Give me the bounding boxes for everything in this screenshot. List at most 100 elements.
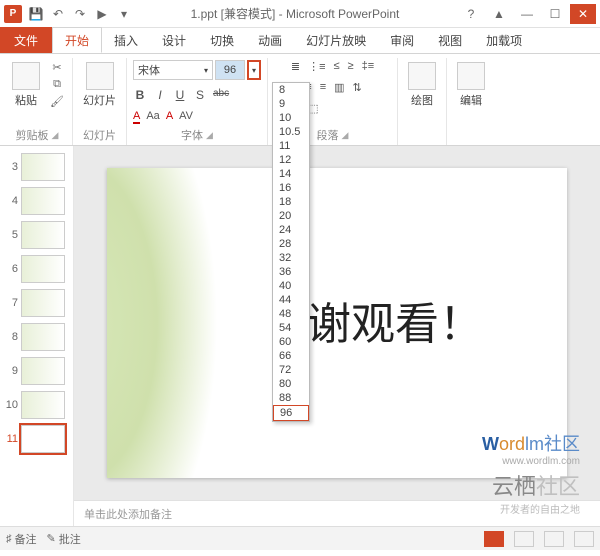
dialog-launcher-icon[interactable]: ◢ bbox=[342, 130, 349, 141]
ribbon-toggle-button[interactable]: ▲ bbox=[486, 4, 512, 24]
font-size-option[interactable]: 14 bbox=[273, 167, 309, 181]
font-size-option[interactable]: 72 bbox=[273, 363, 309, 377]
undo-icon[interactable]: ↶ bbox=[50, 6, 66, 22]
font-size-option[interactable]: 28 bbox=[273, 237, 309, 251]
increase-indent-button[interactable]: ≥ bbox=[348, 60, 354, 73]
new-slide-label: 幻灯片 bbox=[83, 92, 116, 108]
clear-format-button[interactable]: A bbox=[166, 110, 173, 124]
font-size-option[interactable]: 16 bbox=[273, 181, 309, 195]
save-icon[interactable]: 💾 bbox=[28, 6, 44, 22]
font-size-option[interactable]: 88 bbox=[273, 391, 309, 405]
font-size-option[interactable]: 80 bbox=[273, 377, 309, 391]
line-spacing-button[interactable]: ‡≡ bbox=[362, 60, 375, 73]
shadow-button[interactable]: S bbox=[193, 88, 207, 102]
font-size-option[interactable]: 32 bbox=[273, 251, 309, 265]
font-size-option[interactable]: 20 bbox=[273, 209, 309, 223]
text-direction-button[interactable]: ⇅ bbox=[353, 81, 362, 94]
font-size-option[interactable]: 48 bbox=[273, 307, 309, 321]
normal-view-button[interactable] bbox=[484, 531, 504, 547]
drawing-button[interactable]: 绘图 bbox=[404, 60, 440, 110]
new-slide-button[interactable]: 幻灯片 bbox=[79, 60, 120, 110]
font-group-label: 字体 bbox=[181, 127, 203, 143]
slideshow-icon[interactable]: ▶ bbox=[94, 6, 110, 22]
format-painter-icon[interactable]: 🖌 bbox=[48, 94, 66, 108]
decrease-indent-button[interactable]: ≤ bbox=[334, 60, 340, 73]
thumbnail-preview bbox=[21, 323, 65, 351]
align-right-button[interactable]: ≡ bbox=[320, 81, 326, 94]
notes-toggle[interactable]: ♯ 备注 bbox=[6, 531, 37, 547]
maximize-button[interactable]: ☐ bbox=[542, 4, 568, 24]
font-name-combo[interactable]: 宋体▾ bbox=[133, 60, 213, 80]
font-size-option[interactable]: 12 bbox=[273, 153, 309, 167]
font-name-value: 宋体 bbox=[138, 62, 160, 78]
bold-button[interactable]: B bbox=[133, 88, 147, 102]
underline-button[interactable]: U bbox=[173, 88, 187, 102]
font-size-option[interactable]: 60 bbox=[273, 335, 309, 349]
tab-animations[interactable]: 动画 bbox=[246, 27, 294, 53]
slide-thumbnail[interactable]: 11 bbox=[0, 422, 73, 456]
numbering-button[interactable]: ⋮≡ bbox=[308, 60, 325, 73]
shapes-icon bbox=[408, 62, 436, 90]
tab-review[interactable]: 审阅 bbox=[378, 27, 426, 53]
columns-button[interactable]: ▥ bbox=[334, 81, 344, 94]
slide-thumbnail[interactable]: 8 bbox=[0, 320, 73, 354]
font-size-dropdown-button[interactable]: ▾ bbox=[247, 60, 261, 80]
redo-icon[interactable]: ↷ bbox=[72, 6, 88, 22]
reading-view-button[interactable] bbox=[544, 531, 564, 547]
font-size-option[interactable]: 9 bbox=[273, 97, 309, 111]
tab-home[interactable]: 开始 bbox=[52, 27, 102, 53]
paste-button[interactable]: 粘贴 bbox=[8, 60, 44, 110]
font-size-input[interactable]: 96 bbox=[215, 60, 245, 80]
tab-transitions[interactable]: 切换 bbox=[198, 27, 246, 53]
dialog-launcher-icon[interactable]: ◢ bbox=[52, 130, 59, 141]
font-size-option[interactable]: 40 bbox=[273, 279, 309, 293]
strikethrough-button[interactable]: abc bbox=[213, 88, 227, 102]
font-size-option[interactable]: 96 bbox=[273, 405, 309, 421]
help-button[interactable]: ? bbox=[458, 4, 484, 24]
sorter-view-button[interactable] bbox=[514, 531, 534, 547]
slide-thumbnail[interactable]: 5 bbox=[0, 218, 73, 252]
dialog-launcher-icon[interactable]: ◢ bbox=[206, 130, 213, 141]
font-size-option[interactable]: 54 bbox=[273, 321, 309, 335]
tab-addins[interactable]: 加载项 bbox=[474, 27, 534, 53]
char-spacing-button[interactable]: AV bbox=[179, 110, 193, 124]
new-slide-icon bbox=[86, 62, 114, 90]
watermark-brand-ord: ord bbox=[499, 434, 525, 454]
close-button[interactable]: ✕ bbox=[570, 4, 596, 24]
italic-button[interactable]: I bbox=[153, 88, 167, 102]
cut-icon[interactable]: ✂ bbox=[48, 60, 66, 74]
font-size-option[interactable]: 18 bbox=[273, 195, 309, 209]
font-size-option[interactable]: 24 bbox=[273, 223, 309, 237]
editing-button[interactable]: 编辑 bbox=[453, 60, 489, 110]
font-size-option[interactable]: 66 bbox=[273, 349, 309, 363]
slide-thumbnail[interactable]: 10 bbox=[0, 388, 73, 422]
slide-thumbnail[interactable]: 6 bbox=[0, 252, 73, 286]
slideshow-view-button[interactable] bbox=[574, 531, 594, 547]
tab-slideshow[interactable]: 幻灯片放映 bbox=[294, 27, 378, 53]
slide-thumbnail[interactable]: 4 bbox=[0, 184, 73, 218]
window-title: 1.ppt [兼容模式] - Microsoft PowerPoint bbox=[132, 5, 458, 22]
tab-file[interactable]: 文件 bbox=[0, 27, 52, 53]
tab-design[interactable]: 设计 bbox=[150, 27, 198, 53]
slide-thumbnail[interactable]: 3 bbox=[0, 150, 73, 184]
tab-insert[interactable]: 插入 bbox=[102, 27, 150, 53]
font-size-option[interactable]: 8 bbox=[273, 83, 309, 97]
minimize-button[interactable]: — bbox=[514, 4, 540, 24]
font-size-dropdown[interactable]: 891010.511121416182024283236404448546066… bbox=[272, 82, 310, 422]
font-size-option[interactable]: 10.5 bbox=[273, 125, 309, 139]
slide-thumbnail[interactable]: 7 bbox=[0, 286, 73, 320]
font-color-button[interactable]: A bbox=[133, 110, 140, 124]
bullets-button[interactable]: ≣ bbox=[291, 60, 300, 73]
font-size-option[interactable]: 11 bbox=[273, 139, 309, 153]
change-case-button[interactable]: Aa bbox=[146, 110, 159, 124]
qat-more-icon[interactable]: ▾ bbox=[116, 6, 132, 22]
comments-toggle[interactable]: ✎ 批注 bbox=[47, 531, 81, 547]
thumbnail-panel[interactable]: 34567891011 bbox=[0, 146, 74, 526]
slide-thumbnail[interactable]: 9 bbox=[0, 354, 73, 388]
copy-icon[interactable]: ⧉ bbox=[48, 77, 66, 91]
slide-title-text[interactable]: 谢观看！ bbox=[307, 288, 483, 352]
font-size-option[interactable]: 10 bbox=[273, 111, 309, 125]
font-size-option[interactable]: 36 bbox=[273, 265, 309, 279]
tab-view[interactable]: 视图 bbox=[426, 27, 474, 53]
font-size-option[interactable]: 44 bbox=[273, 293, 309, 307]
